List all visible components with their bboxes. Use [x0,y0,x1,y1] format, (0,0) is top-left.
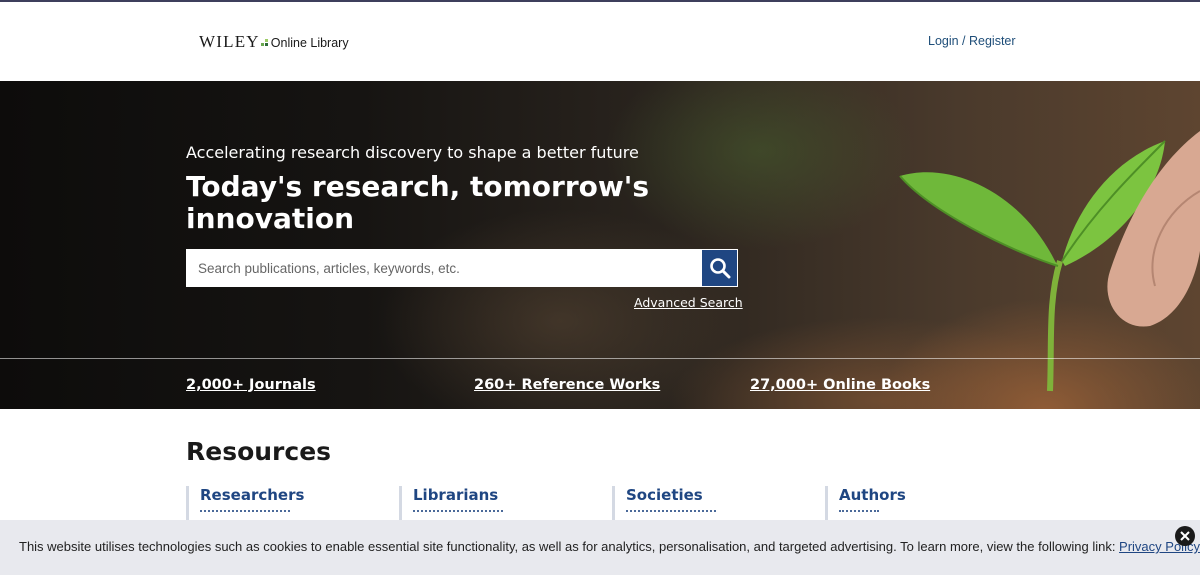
cookie-banner: This website utilises technologies such … [0,520,1200,575]
resources-researchers-link[interactable]: Researchers [200,486,304,504]
resources-sublink-obscured[interactable] [626,510,716,516]
login-register-link[interactable]: Login / Register [928,34,1016,48]
search-icon [709,258,730,279]
wiley-logo[interactable]: WILEY Online Library [199,32,349,52]
logo-brand: WILEY [199,32,260,51]
resources-sublink-obscured[interactable] [839,510,879,516]
stat-journals-link[interactable]: 2,000+ Journals [186,377,316,393]
advanced-search-link[interactable]: Advanced Search [634,295,743,310]
site-header: WILEY Online Library Login / Register [0,2,1200,81]
cookie-message: This website utilises technologies such … [19,539,1120,554]
seedling-image [899,131,1200,392]
resources-librarians-link[interactable]: Librarians [413,486,503,504]
hero-tagline: Accelerating research discovery to shape… [186,143,639,162]
resources-sublink-obscured[interactable] [413,510,503,516]
hero-banner: Accelerating research discovery to shape… [0,81,1200,409]
resources-sublink-obscured[interactable] [200,510,290,516]
cookie-banner-text: This website utilises technologies such … [19,539,1200,554]
resources-authors-link[interactable]: Authors [839,486,906,504]
stat-reference-works-link[interactable]: 260+ Reference Works [474,377,660,393]
hero-divider [0,358,1200,359]
close-icon [1180,531,1190,541]
logo-dots-icon [260,39,269,47]
logo-product: Online Library [270,36,349,50]
hero-headline: Today's research, tomorrow's innovation [186,170,649,235]
resources-societies-link[interactable]: Societies [626,486,716,504]
stat-online-books-link[interactable]: 27,000+ Online Books [750,377,930,393]
search-input[interactable] [186,249,701,287]
search-button[interactable] [701,249,738,287]
cookie-close-button[interactable] [1175,526,1195,546]
resources-heading: Resources [186,437,332,466]
search-bar [186,249,738,287]
